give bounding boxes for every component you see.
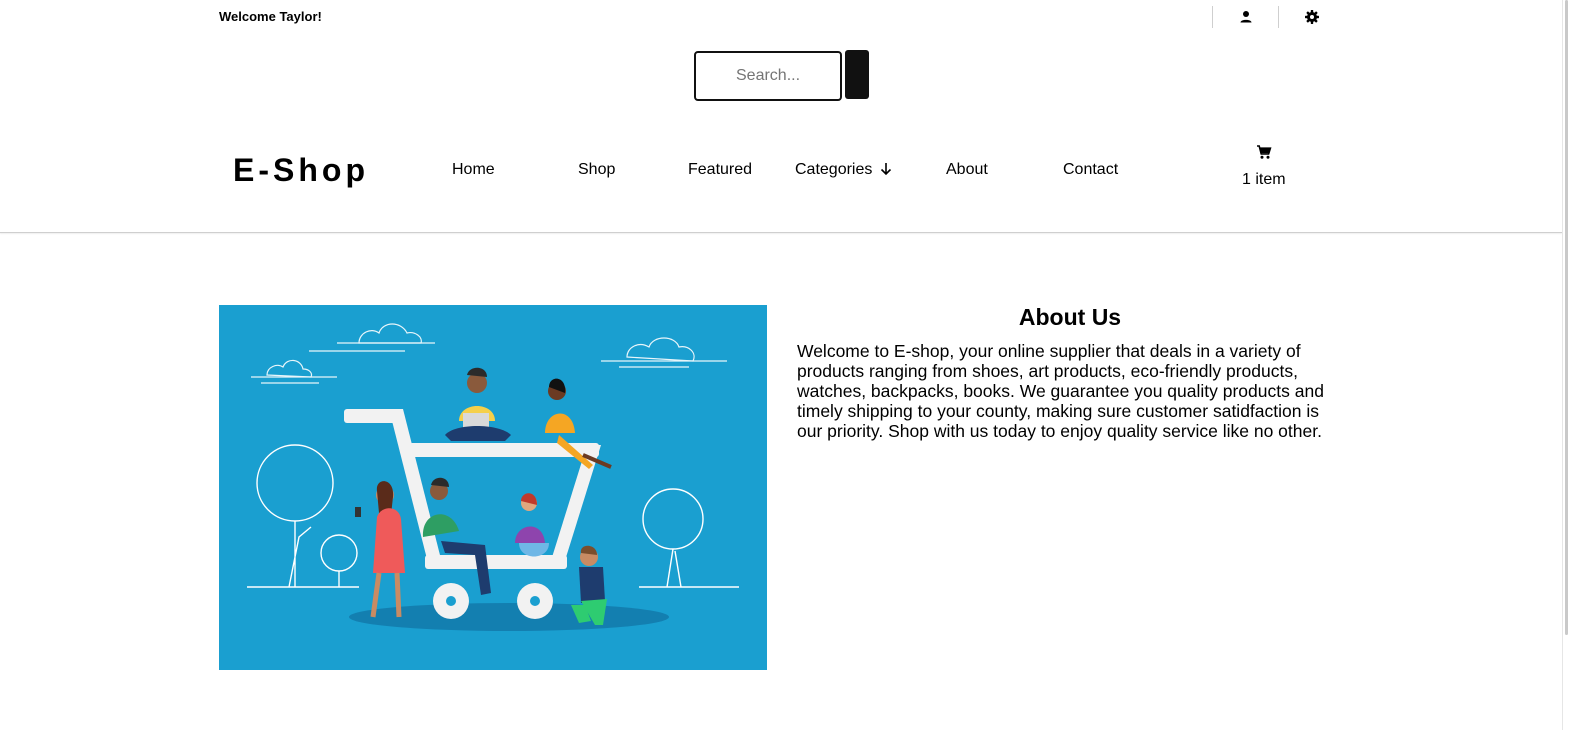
scrollbar-track [1562, 0, 1563, 730]
nav-featured[interactable]: Featured [688, 161, 752, 179]
divider [1278, 6, 1279, 28]
about-illustration [219, 305, 767, 670]
settings-icon[interactable] [1304, 9, 1320, 25]
cart-count[interactable]: 1 item [1242, 171, 1286, 189]
about-description: Welcome to E-shop, your online supplier … [797, 341, 1324, 441]
nav-contact[interactable]: Contact [1063, 161, 1118, 179]
arrow-down-icon [880, 163, 891, 176]
search-input[interactable] [694, 51, 842, 101]
nav-categories[interactable]: Categories [795, 161, 892, 179]
top-bar: Welcome Taylor! [0, 0, 1562, 34]
nav-about[interactable]: About [946, 161, 988, 179]
site-logo[interactable]: E-Shop [233, 152, 369, 189]
user-icon[interactable] [1238, 9, 1254, 25]
divider [1212, 6, 1213, 28]
nav-shop[interactable]: Shop [578, 161, 615, 179]
welcome-message: Welcome Taylor! [219, 9, 322, 24]
search-button[interactable] [845, 50, 869, 99]
nav-home[interactable]: Home [452, 161, 495, 179]
shopping-cart-illustration [247, 323, 739, 631]
cart-icon[interactable] [1256, 144, 1272, 160]
nav-categories-label: Categories [795, 161, 873, 178]
header-divider [0, 232, 1562, 233]
scrollbar-thumb[interactable] [1565, 0, 1568, 635]
about-title: About Us [1018, 304, 1122, 330]
